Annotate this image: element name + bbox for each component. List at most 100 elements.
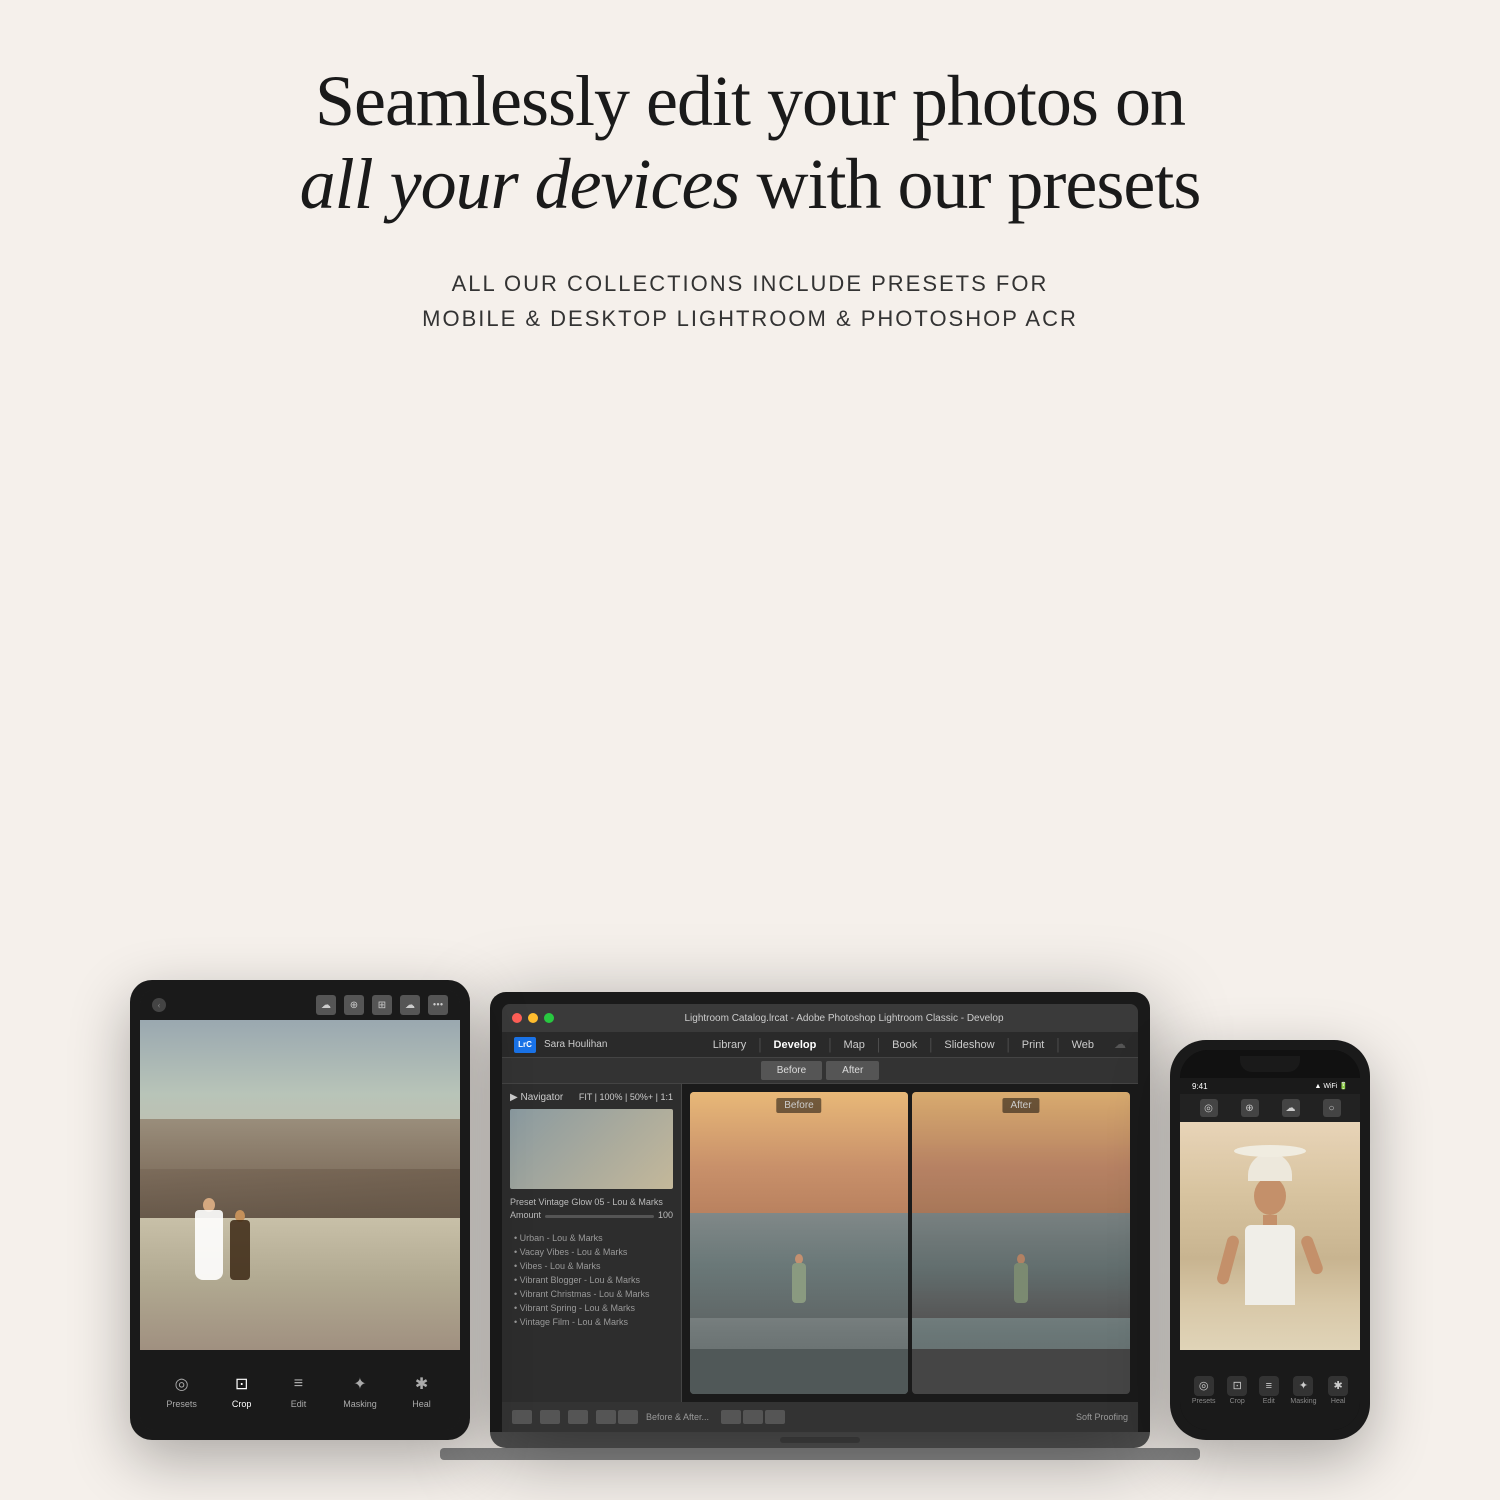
laptop-main: ▶ Navigator FIT | 100% | 50%+ | 1:1 Pres… xyxy=(502,1084,1138,1402)
tablet-icon-4: ☁ xyxy=(400,995,420,1015)
soft-proofing-label: Soft Proofing xyxy=(1076,1412,1128,1422)
heal-icon: ✱ xyxy=(410,1372,434,1396)
lr-compare-btn-3[interactable] xyxy=(765,1410,785,1424)
before-ground xyxy=(690,1349,908,1394)
before-person xyxy=(792,1254,806,1303)
tablet-tool-presets[interactable]: ◎ Presets xyxy=(166,1372,197,1409)
phone-notch xyxy=(1240,1056,1300,1072)
lr-bottom-btn-1[interactable] xyxy=(512,1410,532,1424)
crop-label: Crop xyxy=(232,1399,252,1409)
groom-figure xyxy=(230,1210,250,1280)
phone-presets-icon: ◎ xyxy=(1194,1376,1214,1396)
edit-label: Edit xyxy=(291,1399,307,1409)
titlebar-text: Lightroom Catalog.lrcat - Adobe Photosho… xyxy=(560,1013,1128,1024)
lr-view-btn-1[interactable] xyxy=(596,1410,616,1424)
phone-toolbar-icon-4[interactable]: ○ xyxy=(1323,1099,1341,1117)
phone-device: 9:41 ▲ WiFi 🔋 ◎ ⊕ ☁ ○ xyxy=(1170,1040,1370,1440)
before-photo-label: Before xyxy=(776,1098,821,1113)
nav-library[interactable]: Library xyxy=(713,1039,747,1051)
phone-bottom-bar: ◎ Presets ⊡ Crop ≡ Edit ✦ Masking xyxy=(1180,1350,1360,1430)
tablet-tool-edit[interactable]: ≡ Edit xyxy=(286,1372,310,1409)
nav-develop[interactable]: Develop xyxy=(774,1039,817,1051)
after-btn[interactable]: After xyxy=(826,1061,879,1080)
laptop-stand xyxy=(490,1432,1150,1448)
page-container: Seamlessly edit your photos on all your … xyxy=(0,0,1500,1500)
tablet-photo-area xyxy=(140,1020,460,1350)
nav-book[interactable]: Book xyxy=(892,1039,917,1051)
tablet-top-bar: ‹ ☁ ⊕ ⊞ ☁ ••• xyxy=(140,990,460,1020)
before-photo-panel: Before xyxy=(690,1092,908,1394)
lr-bottom-btn-2[interactable] xyxy=(540,1410,560,1424)
phone-tool-presets[interactable]: ◎ Presets xyxy=(1192,1376,1216,1405)
laptop-toolbar: Before After xyxy=(502,1058,1138,1084)
tablet-bottom-bar: ◎ Presets ⊡ Crop ≡ Edit ✦ Masking xyxy=(140,1350,460,1430)
lr-compare-btn-2[interactable] xyxy=(743,1410,763,1424)
nav-slideshow[interactable]: Slideshow xyxy=(944,1039,994,1051)
phone-toolbar-icon-3[interactable]: ☁ xyxy=(1282,1099,1300,1117)
lr-bottom-btn-3[interactable] xyxy=(568,1410,588,1424)
laptop-desk xyxy=(440,1448,1200,1460)
tablet-tool-heal[interactable]: ✱ Heal xyxy=(410,1372,434,1409)
after-ground xyxy=(912,1349,1130,1394)
preset-item[interactable]: • Vibrant Christmas - Lou & Marks xyxy=(510,1287,673,1301)
phone-photo-area xyxy=(1180,1122,1360,1350)
nav-map[interactable]: Map xyxy=(844,1039,865,1051)
tablet-tool-masking[interactable]: ✦ Masking xyxy=(343,1372,377,1409)
preset-item[interactable]: • Urban - Lou & Marks xyxy=(510,1231,673,1245)
traffic-light-yellow[interactable] xyxy=(528,1013,538,1023)
tablet-back-icon[interactable]: ‹ xyxy=(152,998,166,1012)
phone-status-bar: 9:41 ▲ WiFi 🔋 xyxy=(1180,1078,1360,1094)
phone-tool-masking[interactable]: ✦ Masking xyxy=(1290,1376,1316,1405)
phone-toolbar: ◎ ⊕ ☁ ○ xyxy=(1180,1094,1360,1122)
masking-icon: ✦ xyxy=(348,1372,372,1396)
phone-tool-crop[interactable]: ⊡ Crop xyxy=(1227,1376,1247,1405)
subheadline: ALL OUR COLLECTIONS INCLUDE PRESETS FOR … xyxy=(422,266,1078,336)
laptop-screen: Lightroom Catalog.lrcat - Adobe Photosho… xyxy=(502,1004,1138,1432)
preset-item[interactable]: • Vibrant Blogger - Lou & Marks xyxy=(510,1273,673,1287)
lr-nav: Library | Develop | Map | Book | Slidesh… xyxy=(713,1036,1126,1054)
phone-crop-label: Crop xyxy=(1230,1398,1245,1405)
laptop-menubar: LrC Sara Houlihan Library | Develop | Ma… xyxy=(502,1032,1138,1058)
devices-container: ‹ ☁ ⊕ ⊞ ☁ ••• xyxy=(80,396,1420,1460)
lr-content: Before xyxy=(682,1084,1138,1402)
phone-crop-icon: ⊡ xyxy=(1227,1376,1247,1396)
phone-time: 9:41 xyxy=(1192,1082,1208,1091)
after-photo-label: After xyxy=(1002,1098,1039,1113)
preset-item[interactable]: • Vibrant Spring - Lou & Marks xyxy=(510,1301,673,1315)
before-btn[interactable]: Before xyxy=(761,1061,822,1080)
nav-print[interactable]: Print xyxy=(1022,1039,1045,1051)
lr-compare-btn-1[interactable] xyxy=(721,1410,741,1424)
phone-tool-heal[interactable]: ✱ Heal xyxy=(1328,1376,1348,1405)
hat-brim xyxy=(1234,1145,1306,1157)
traffic-light-red[interactable] xyxy=(512,1013,522,1023)
photo-ground xyxy=(140,1218,460,1350)
phone-toolbar-icon-1[interactable]: ◎ xyxy=(1200,1099,1218,1117)
preset-item[interactable]: • Vacay Vibes - Lou & Marks xyxy=(510,1245,673,1259)
tablet-icon-5: ••• xyxy=(428,995,448,1015)
phone-masking-label: Masking xyxy=(1290,1398,1316,1405)
preset-item[interactable]: • Vintage Film - Lou & Marks xyxy=(510,1315,673,1329)
before-after-toggle[interactable]: Before & After... xyxy=(646,1412,709,1422)
preset-item[interactable]: • Vibes - Lou & Marks xyxy=(510,1259,673,1273)
presets-icon: ◎ xyxy=(170,1372,194,1396)
traffic-light-green[interactable] xyxy=(544,1013,554,1023)
lr-user: Sara Houlihan xyxy=(544,1039,607,1050)
bride-figure xyxy=(195,1198,223,1280)
phone-tool-edit[interactable]: ≡ Edit xyxy=(1259,1376,1279,1405)
lr-badge: LrC xyxy=(514,1037,536,1053)
phone-heal-icon: ✱ xyxy=(1328,1376,1348,1396)
phone-toolbar-icon-2[interactable]: ⊕ xyxy=(1241,1099,1259,1117)
lr-bottom-bar: Before & After... Soft Proofing xyxy=(502,1402,1138,1432)
heal-label: Heal xyxy=(412,1399,431,1409)
after-person xyxy=(1014,1254,1028,1303)
lr-view-btn-2[interactable] xyxy=(618,1410,638,1424)
masking-label: Masking xyxy=(343,1399,377,1409)
phone-masking-icon: ✦ xyxy=(1293,1376,1313,1396)
subheadline-line2: MOBILE & DESKTOP LIGHTROOM & PHOTOSHOP A… xyxy=(422,306,1078,331)
nav-web[interactable]: Web xyxy=(1072,1039,1094,1051)
lr-compare-buttons xyxy=(721,1410,785,1424)
amount-slider[interactable] xyxy=(545,1215,654,1218)
tablet-top-icons: ☁ ⊕ ⊞ ☁ ••• xyxy=(316,995,448,1015)
main-headline: Seamlessly edit your photos on all your … xyxy=(300,60,1201,226)
tablet-tool-crop[interactable]: ⊡ Crop xyxy=(230,1372,254,1409)
